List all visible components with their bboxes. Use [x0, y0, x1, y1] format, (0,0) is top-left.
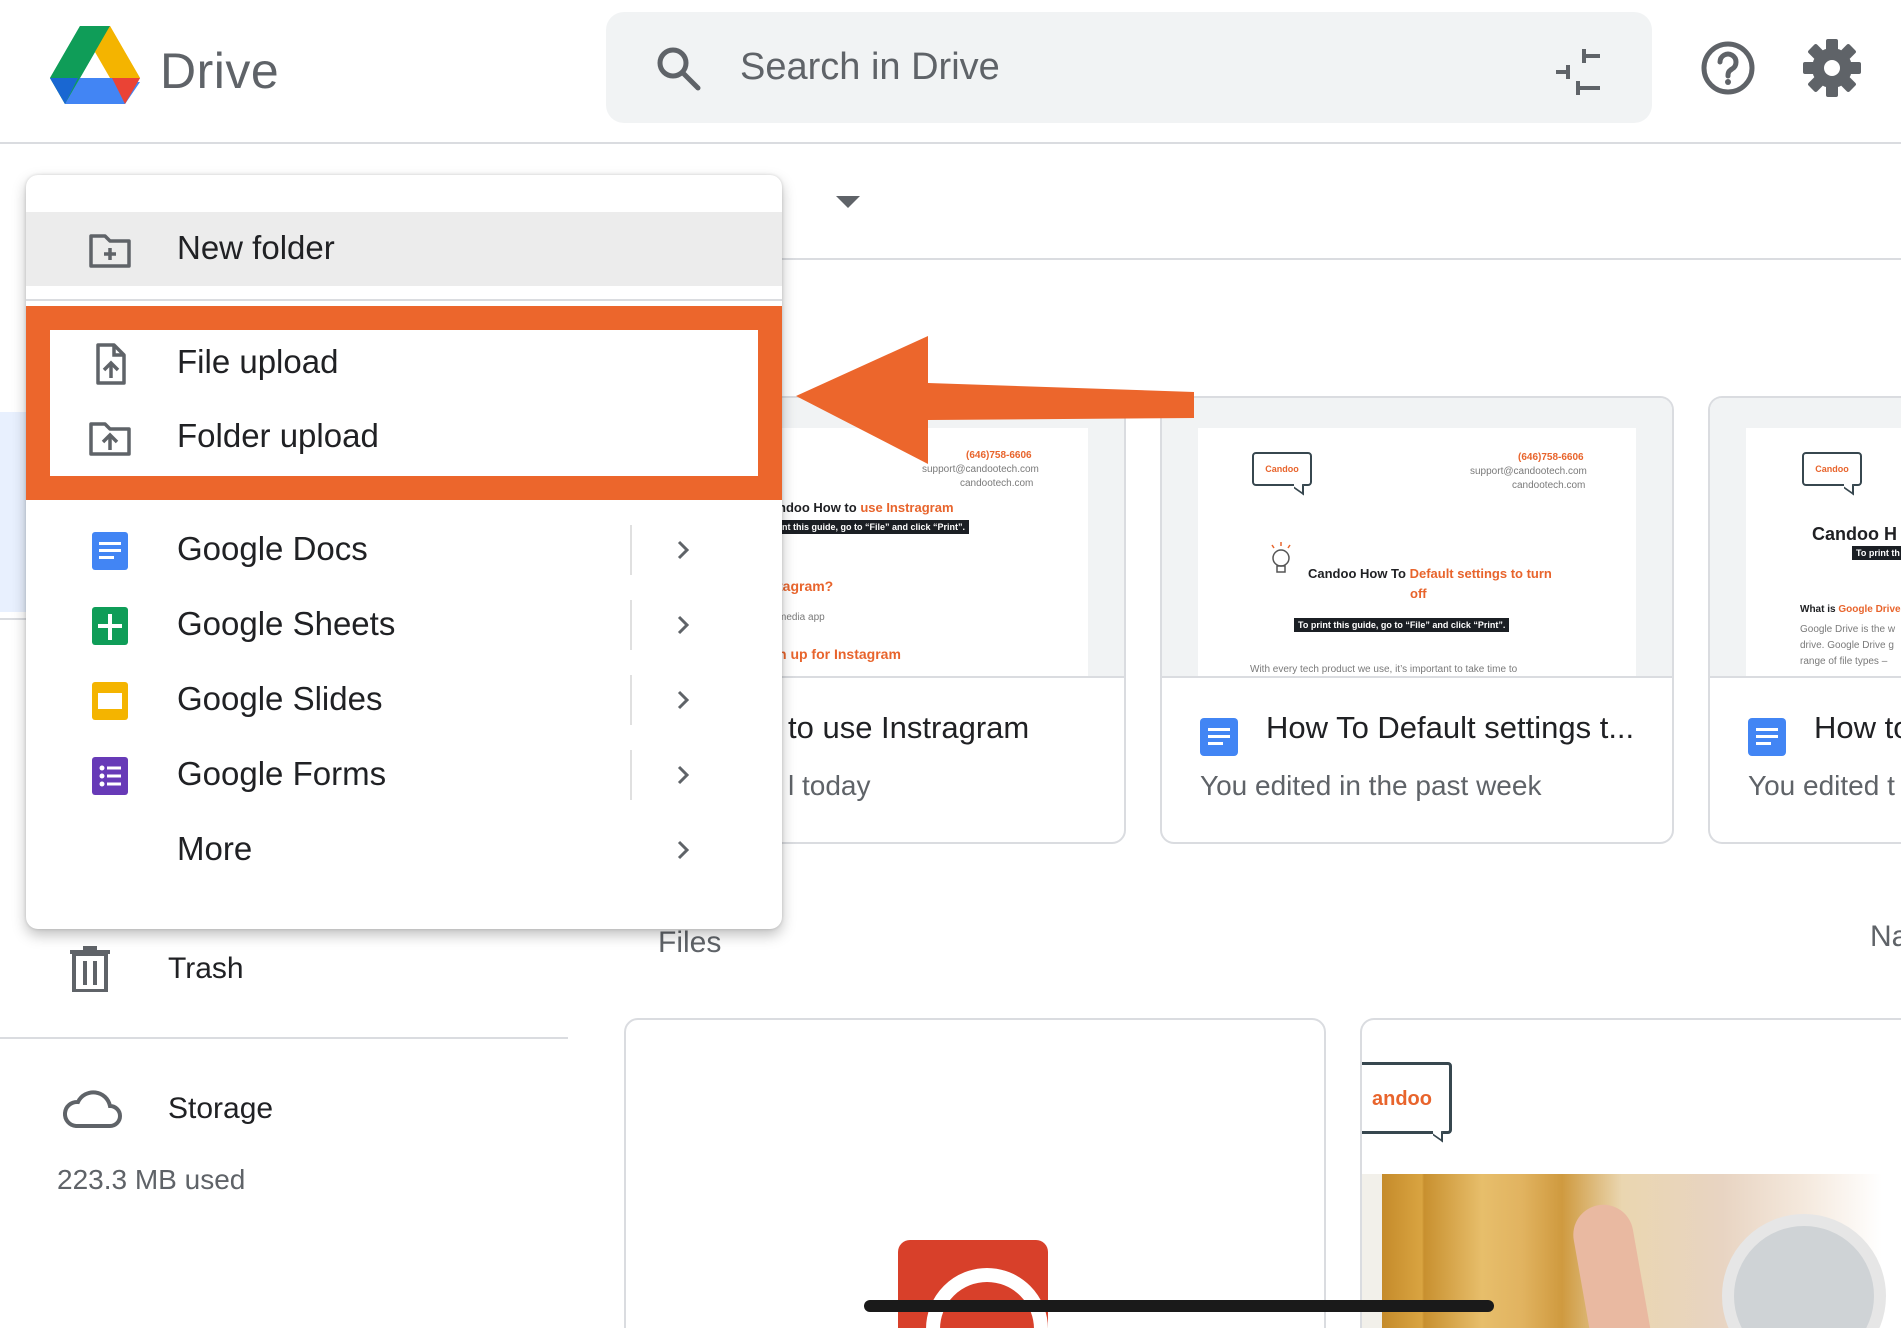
menu-item-google-forms[interactable]: Google Forms	[26, 738, 782, 812]
candoo-logo: Candoo	[1802, 452, 1862, 486]
lightbulb-icon	[1271, 542, 1291, 573]
preview-subheading: tagram?	[778, 578, 834, 594]
suggested-file-card[interactable]: Candoo (646)758-6606 support@candootech.…	[1160, 396, 1674, 844]
document-thumbnail: Candoo Candoo H To print th What is Goog…	[1746, 428, 1901, 676]
menu-item-new-folder[interactable]: New folder	[26, 212, 782, 286]
candoo-logo: Candoo	[1252, 452, 1312, 486]
gear-icon[interactable]	[1802, 38, 1862, 98]
candoo-logo: andoo	[1362, 1062, 1452, 1134]
menu-item-folder-upload[interactable]: Folder upload	[26, 400, 782, 474]
search-bar[interactable]	[606, 12, 1652, 123]
menu-divider	[630, 750, 632, 800]
chevron-right-icon[interactable]	[668, 835, 698, 865]
menu-item-google-sheets[interactable]: Google Sheets	[26, 588, 782, 662]
sidebar-item-trash[interactable]: Trash	[60, 938, 440, 1000]
preview-what-is: What is Google Drive	[1800, 604, 1901, 615]
menu-divider	[630, 675, 632, 725]
card-subtitle: You edited in the past week	[1200, 770, 1542, 801]
google-slides-icon	[92, 682, 128, 720]
file-card[interactable]: andoo	[1360, 1018, 1901, 1328]
card-subtitle: l today	[788, 770, 871, 801]
home-indicator	[864, 1300, 1494, 1312]
storage-used-text: 223.3 MB used	[57, 1164, 246, 1195]
suggested-file-card[interactable]: Candoo Candoo H To print th What is Goog…	[1708, 396, 1901, 844]
file-type-icon	[898, 1240, 1048, 1328]
preview-print-bar: To print this guide, go to “File” and cl…	[1294, 618, 1510, 632]
preview-phone: (646)758-6606	[1518, 452, 1584, 463]
menu-item-label: File upload	[177, 343, 339, 380]
menu-divider	[630, 600, 632, 650]
chevron-right-icon[interactable]	[668, 685, 698, 715]
preview-print-bar: nt this guide, go to “File” and click “P…	[778, 520, 970, 534]
menu-item-label: Google Slides	[177, 680, 383, 717]
folder-upload-icon	[89, 422, 131, 456]
sidebar-item-storage[interactable]: Storage	[60, 1078, 440, 1140]
help-icon[interactable]	[1700, 40, 1756, 96]
sidebar-item-label: Trash	[168, 952, 244, 985]
card-title: How to	[1814, 710, 1901, 745]
chevron-right-icon[interactable]	[668, 535, 698, 565]
preview-body-2: drive. Google Drive g	[1800, 640, 1894, 651]
new-item-menu: New folder File upload Folder upload Goo…	[26, 175, 782, 929]
menu-item-more[interactable]: More	[26, 813, 782, 887]
search-icon[interactable]	[654, 44, 702, 92]
search-input[interactable]	[740, 12, 1500, 123]
preview-email: support@candootech.com	[1470, 466, 1587, 477]
menu-item-label: Google Sheets	[177, 605, 396, 642]
sort-by-name[interactable]: Na	[1870, 920, 1901, 954]
chevron-right-icon[interactable]	[668, 610, 698, 640]
menu-item-label: Google Docs	[177, 530, 368, 567]
file-preview: Candoo Candoo H To print th What is Goog…	[1710, 398, 1901, 678]
menu-item-file-upload[interactable]: File upload	[26, 326, 782, 400]
preview-body-1: Google Drive is the w	[1800, 624, 1896, 635]
google-docs-icon	[1200, 718, 1238, 756]
card-title: to use Instragram	[788, 710, 1030, 745]
menu-item-label: Google Forms	[177, 755, 387, 792]
google-forms-icon	[92, 757, 128, 795]
sidebar-divider	[0, 1037, 568, 1039]
document-thumbnail: Candoo (646)758-6606 support@candootech.…	[1198, 428, 1636, 676]
cloud-icon	[63, 1090, 122, 1128]
chevron-right-icon[interactable]	[668, 760, 698, 790]
card-title: How To Default settings t...	[1266, 710, 1635, 745]
menu-divider	[630, 525, 632, 575]
menu-item-label: Folder upload	[177, 417, 379, 454]
google-docs-icon	[92, 532, 128, 570]
preview-site: candootech.com	[1512, 480, 1586, 491]
file-upload-icon	[96, 343, 126, 385]
preview-print-bar: To print th	[1852, 546, 1901, 560]
file-preview: Candoo (646)758-6606 support@candootech.…	[1162, 398, 1672, 678]
preview-body-3: range of file types –	[1800, 656, 1888, 667]
preview-heading: ndoo How to use Instragram	[778, 500, 954, 515]
sidebar-item-label: Storage	[168, 1092, 274, 1125]
trash-icon	[70, 946, 110, 992]
menu-item-label: More	[177, 830, 253, 867]
app-title[interactable]: Drive	[160, 42, 279, 100]
preview-site: candootech.com	[960, 478, 1034, 489]
annotation-arrow-icon	[796, 336, 1194, 464]
tune-icon[interactable]	[1554, 48, 1602, 96]
file-card[interactable]	[624, 1018, 1326, 1328]
card-subtitle: You edited t	[1748, 770, 1895, 801]
chevron-down-icon[interactable]	[836, 196, 860, 208]
google-sheets-icon	[92, 607, 128, 645]
preview-small-text: media app	[778, 612, 825, 623]
menu-item-google-docs[interactable]: Google Docs	[26, 513, 782, 587]
preview-heading-line2: off	[1410, 586, 1427, 601]
preview-subheading-2: n up for Instagram	[778, 646, 901, 662]
menu-item-google-slides[interactable]: Google Slides	[26, 663, 782, 737]
preview-body: With every tech product we use, it’s imp…	[1250, 664, 1518, 675]
create-new-folder-icon	[89, 234, 131, 268]
content-divider	[776, 258, 1901, 260]
preview-heading: Candoo How To Default settings to turn	[1308, 566, 1552, 581]
menu-divider	[26, 299, 782, 301]
top-bar: Drive	[0, 0, 1901, 144]
preview-heading: Candoo H	[1812, 524, 1897, 544]
menu-item-label: New folder	[177, 229, 335, 266]
files-section-label: Files	[658, 926, 722, 959]
google-docs-icon	[1748, 718, 1786, 756]
google-drive-logo[interactable]	[50, 26, 140, 106]
